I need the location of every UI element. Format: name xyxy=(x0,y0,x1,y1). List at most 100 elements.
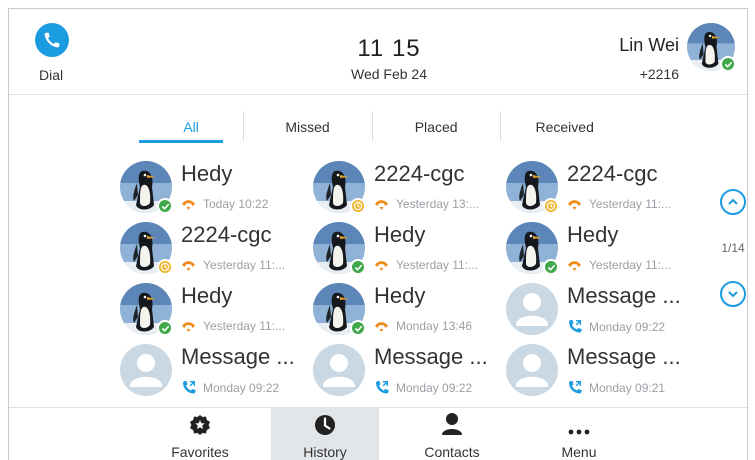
call-history-entry[interactable]: Message ... Monday 09:22 xyxy=(119,342,312,403)
call-meta: Monday 09:21 xyxy=(567,380,665,395)
call-history-entry[interactable]: Hedy Monday 13:46 xyxy=(312,281,505,342)
nav-label: Favorites xyxy=(171,444,229,460)
outgoing-call-icon xyxy=(569,320,582,333)
away-status-icon xyxy=(543,198,559,214)
person-icon xyxy=(398,408,506,436)
call-history-entry[interactable]: Message ... Monday 09:22 xyxy=(505,281,698,342)
contact-avatar xyxy=(506,344,558,396)
contact-avatar xyxy=(120,283,173,336)
call-time: Yesterday 11:... xyxy=(396,258,479,272)
call-history-entry[interactable]: Message ... Monday 09:22 xyxy=(312,342,505,403)
page-up-button[interactable] xyxy=(720,189,746,215)
call-meta: Yesterday 11:... xyxy=(567,197,671,211)
contact-name: Hedy xyxy=(567,222,619,247)
contact-name: 2224-cgc xyxy=(374,161,465,186)
page-counter: 1/14 xyxy=(721,241,745,255)
contact-avatar xyxy=(506,222,559,275)
missed-call-icon xyxy=(375,200,388,210)
tab-received[interactable]: Received xyxy=(500,111,629,143)
call-meta: Yesterday 11:... xyxy=(374,258,478,272)
tab-label: Received xyxy=(535,119,594,135)
outgoing-call-icon xyxy=(376,381,389,394)
call-history-entry[interactable]: 2224-cgc Yesterday 13:... xyxy=(312,159,505,220)
missed-call-icon xyxy=(182,322,195,332)
contact-name: Hedy xyxy=(181,283,233,308)
call-time: Monday 09:21 xyxy=(589,380,666,395)
call-time: Yesterday 11:... xyxy=(589,197,672,211)
tab-all[interactable]: All xyxy=(139,113,243,143)
call-history-entry[interactable]: 2224-cgc Yesterday 11:... xyxy=(505,159,698,220)
call-history-entry[interactable]: Hedy Yesterday 11:... xyxy=(505,220,698,281)
contact-name: 2224-cgc xyxy=(567,161,658,186)
dial-label: Dial xyxy=(39,67,64,83)
away-status-icon xyxy=(157,259,173,275)
tab-placed[interactable]: Placed xyxy=(371,111,501,143)
contact-name: Hedy xyxy=(181,161,233,186)
nav-favorites[interactable]: Favorites xyxy=(146,408,254,460)
online-status-icon xyxy=(350,320,366,336)
online-status-icon xyxy=(543,259,559,275)
call-meta: Yesterday 11:... xyxy=(181,319,285,333)
away-status-icon xyxy=(350,198,366,214)
missed-call-icon xyxy=(568,200,581,210)
contact-name: Hedy xyxy=(374,222,426,247)
chevron-up-icon xyxy=(728,198,738,205)
call-history-entry[interactable]: Hedy Today 10:22 xyxy=(119,159,312,220)
contact-avatar xyxy=(313,161,366,214)
online-status-icon xyxy=(720,56,736,72)
call-time: Monday 09:22 xyxy=(589,319,666,334)
call-time: Yesterday 13:... xyxy=(396,197,479,211)
clock-date: Wed Feb 24 xyxy=(350,66,427,82)
clock-icon xyxy=(271,408,379,436)
call-time: Monday 09:22 xyxy=(203,380,280,395)
call-history-entry[interactable]: Message ... Monday 09:21 xyxy=(505,342,698,403)
more-icon xyxy=(525,408,633,436)
call-time: Yesterday 11:... xyxy=(589,258,672,272)
dial-button[interactable]: Dial xyxy=(29,23,79,83)
missed-call-icon xyxy=(375,261,388,271)
contact-avatar xyxy=(120,344,172,396)
missed-call-icon xyxy=(182,200,195,210)
call-time: Yesterday 11:... xyxy=(203,258,286,272)
missed-call-icon xyxy=(375,322,388,332)
online-status-icon xyxy=(350,259,366,275)
star-badge-icon xyxy=(146,408,254,436)
nav-menu[interactable]: Menu xyxy=(525,408,633,460)
account-extension: +2216 xyxy=(639,66,679,82)
account-info[interactable]: Lin Wei +2216 xyxy=(619,23,736,82)
clock: 11 15 Wed Feb 24 xyxy=(309,35,469,82)
outgoing-call-icon xyxy=(569,381,582,394)
clock-time: 11 15 xyxy=(357,35,421,62)
phone-screen: Dial 11 15 Wed Feb 24 Lin Wei +2216 All M… xyxy=(8,8,748,460)
call-time: Today 10:22 xyxy=(203,197,269,211)
nav-label: Menu xyxy=(561,444,597,460)
tab-label: Missed xyxy=(285,119,330,135)
outgoing-call-icon xyxy=(183,381,196,394)
contact-name: Message ... xyxy=(567,283,681,308)
tab-label: All xyxy=(183,119,199,135)
call-meta: Monday 09:22 xyxy=(374,380,472,395)
contact-name: Hedy xyxy=(374,283,426,308)
contact-name: Message ... xyxy=(374,344,488,369)
account-name: Lin Wei xyxy=(619,35,679,55)
call-meta: Monday 09:22 xyxy=(181,380,279,395)
contact-avatar xyxy=(313,222,366,275)
call-meta: Yesterday 11:... xyxy=(181,258,285,272)
nav-label: Contacts xyxy=(424,444,480,460)
call-time: Monday 09:22 xyxy=(396,380,473,395)
call-history-entry[interactable]: 2224-cgc Yesterday 11:... xyxy=(119,220,312,281)
call-meta: Today 10:22 xyxy=(181,197,268,211)
contact-name: Message ... xyxy=(567,344,681,369)
nav-history[interactable]: History xyxy=(271,408,379,460)
tab-missed[interactable]: Missed xyxy=(243,111,372,143)
contact-avatar xyxy=(120,161,173,214)
call-meta: Yesterday 11:... xyxy=(567,258,671,272)
nav-contacts[interactable]: Contacts xyxy=(398,408,506,460)
call-time: Monday 13:46 xyxy=(396,319,473,333)
call-history-entry[interactable]: Hedy Yesterday 11:... xyxy=(119,281,312,342)
missed-call-icon xyxy=(182,261,195,271)
contact-avatar xyxy=(506,161,559,214)
call-meta: Monday 09:22 xyxy=(567,319,665,334)
page-down-button[interactable] xyxy=(720,281,746,307)
call-history-entry[interactable]: Hedy Yesterday 11:... xyxy=(312,220,505,281)
